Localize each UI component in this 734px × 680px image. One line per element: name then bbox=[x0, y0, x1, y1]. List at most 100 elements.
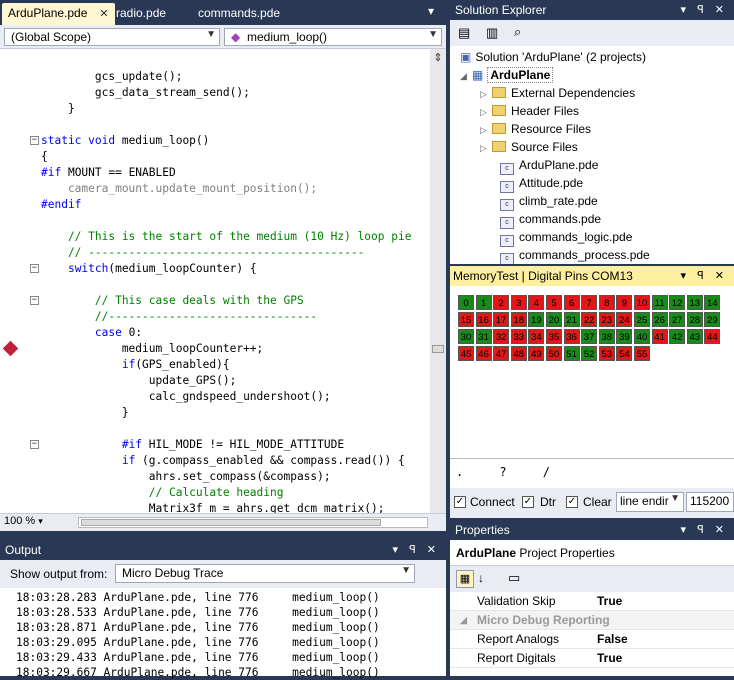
tab-arduplane[interactable]: ArduPlane.pde ✕ bbox=[2, 3, 115, 25]
code-line[interactable]: if (g.compass_enabled && compass.read())… bbox=[41, 453, 405, 469]
pin-indicator: 48 bbox=[510, 346, 527, 361]
alphabetical-icon[interactable]: ↓ bbox=[478, 571, 484, 585]
property-value[interactable]: False bbox=[597, 630, 628, 649]
member-combo[interactable]: ◆ medium_loop() ▼ bbox=[224, 28, 442, 46]
file-label: climb_rate.pde bbox=[519, 194, 598, 208]
code-line[interactable]: if(GPS_enabled){ bbox=[41, 357, 230, 373]
dtr-checkbox[interactable]: ✓ bbox=[522, 496, 534, 508]
memory-header: MemoryTest | Digital Pins COM13 ▾ ꟼ ✕ bbox=[450, 266, 734, 286]
close-icon[interactable]: ✕ bbox=[99, 8, 108, 20]
line-ending-select[interactable]: line endir ▼ bbox=[616, 492, 684, 512]
split-icon[interactable]: ⇕ bbox=[432, 51, 444, 65]
file-node[interactable]: c climb_rate.pde bbox=[500, 192, 598, 211]
object-name: ArduPlane bbox=[456, 546, 517, 560]
properties-object[interactable]: ArduPlane Project Properties bbox=[450, 540, 734, 566]
connect-checkbox[interactable]: ✓ bbox=[454, 496, 466, 508]
code-line[interactable]: medium_loopCounter++; bbox=[41, 341, 263, 357]
code-line[interactable]: // Calculate heading bbox=[41, 485, 284, 501]
scope-value: (Global Scope) bbox=[11, 30, 92, 44]
scope-combo[interactable]: (Global Scope) ▼ bbox=[4, 28, 220, 46]
file-node[interactable]: c commands.pde bbox=[500, 210, 601, 229]
code-line[interactable]: gcs_data_stream_send(); bbox=[41, 85, 250, 101]
file-node[interactable]: c ArduPlane.pde bbox=[500, 156, 599, 175]
file-label: ArduPlane.pde bbox=[519, 158, 599, 172]
collapse-icon[interactable]: − bbox=[30, 264, 39, 273]
code-line[interactable]: case 0: bbox=[41, 325, 142, 341]
expanded-arrow-icon[interactable]: ◢ bbox=[460, 611, 467, 630]
code-line[interactable]: Matrix3f m = ahrs.get_dcm_matrix(); bbox=[41, 501, 385, 513]
property-value[interactable]: True bbox=[597, 592, 622, 611]
folder-node[interactable]: ▷ External Dependencies bbox=[480, 84, 635, 102]
code-line[interactable]: // This is the start of the medium (10 H… bbox=[41, 229, 412, 245]
breakpoint-gutter[interactable] bbox=[0, 49, 20, 513]
code-line[interactable]: //------------------------------- bbox=[41, 309, 317, 325]
horizontal-scrollbar[interactable] bbox=[78, 517, 428, 528]
vertical-scrollbar[interactable]: ⇕ bbox=[430, 49, 446, 513]
show-all-files-icon[interactable]: ▥ bbox=[486, 25, 498, 41]
properties-icon[interactable]: ▤ bbox=[458, 25, 470, 41]
scrollbar-thumb[interactable] bbox=[432, 345, 444, 353]
output-source-select[interactable]: Micro Debug Trace ▼ bbox=[115, 564, 415, 583]
pane-controls[interactable]: ▾ ꟼ ✕ bbox=[393, 540, 440, 560]
folder-node[interactable]: ▷ Source Files bbox=[480, 138, 578, 156]
scrollbar-thumb[interactable] bbox=[81, 519, 381, 526]
output-text[interactable]: 18:03:28.283 ArduPlane.pde, line 776 med… bbox=[0, 588, 446, 679]
code-line[interactable]: ahrs.set_compass(&compass); bbox=[41, 469, 331, 485]
output-line: 18:03:29.095 ArduPlane.pde, line 776 med… bbox=[16, 636, 380, 649]
collapse-icon[interactable]: − bbox=[30, 136, 39, 145]
code-line[interactable]: } bbox=[41, 405, 129, 421]
property-category[interactable]: ◢ Micro Debug Reporting bbox=[450, 611, 734, 630]
code-line[interactable]: static void medium_loop() bbox=[41, 133, 209, 149]
pin-indicator: 11 bbox=[651, 295, 668, 310]
collapsed-arrow-icon: ▷ bbox=[480, 143, 487, 153]
file-node[interactable]: c commands_process.pde bbox=[500, 246, 650, 264]
code-area[interactable]: gcs_update(); gcs_data_stream_send(); } s… bbox=[0, 49, 430, 513]
pin-indicator: 12 bbox=[669, 295, 686, 310]
object-type: Project Properties bbox=[519, 546, 615, 560]
tab-radio[interactable]: radio.pde bbox=[110, 3, 172, 25]
pane-controls[interactable]: ▾ ꟼ ✕ bbox=[681, 266, 728, 286]
collapse-icon[interactable]: − bbox=[30, 440, 39, 449]
code-line[interactable]: #if MOUNT == ENABLED bbox=[41, 165, 176, 181]
code-line[interactable]: camera_mount.update_mount_position(); bbox=[41, 181, 317, 197]
solution-root[interactable]: ▣ Solution 'ArduPlane' (2 projects) bbox=[460, 48, 646, 66]
collapsed-arrow-icon: ▷ bbox=[480, 107, 487, 117]
baud-select[interactable]: 115200 bbox=[686, 492, 734, 512]
collapse-icon[interactable]: − bbox=[30, 296, 39, 305]
code-line[interactable]: { bbox=[41, 149, 48, 165]
code-line[interactable]: #endif bbox=[41, 197, 81, 213]
project-node[interactable]: ◢ ▦ ArduPlane bbox=[460, 66, 554, 84]
property-row[interactable]: Validation Skip True bbox=[450, 592, 734, 611]
code-line[interactable]: gcs_update(); bbox=[41, 69, 183, 85]
code-line[interactable]: } bbox=[41, 101, 75, 117]
output-toolbar: Show output from: Micro Debug Trace ▼ bbox=[0, 560, 446, 588]
property-row[interactable]: Report Digitals True bbox=[450, 649, 734, 668]
folder-node[interactable]: ▷ Header Files bbox=[480, 102, 579, 120]
solution-header: Solution Explorer ▾ ꟼ ✕ bbox=[450, 0, 734, 20]
tab-commands[interactable]: commands.pde bbox=[192, 3, 286, 25]
zoom-level[interactable]: 100 % ▾ bbox=[4, 515, 72, 527]
solution-tree[interactable]: ▣ Solution 'ArduPlane' (2 projects) ◢ ▦ Ard… bbox=[450, 46, 734, 264]
property-row[interactable]: Report Analogs False bbox=[450, 630, 734, 649]
output-header: Output ▾ ꟼ ✕ bbox=[0, 540, 446, 560]
file-node[interactable]: c commands_logic.pde bbox=[500, 228, 632, 247]
file-node[interactable]: c Attitude.pde bbox=[500, 174, 583, 193]
code-line[interactable]: // -------------------------------------… bbox=[41, 245, 364, 261]
code-line[interactable]: // This case deals with the GPS bbox=[41, 293, 304, 309]
pin-indicator: 25 bbox=[634, 312, 650, 327]
property-pages-icon[interactable]: ▭ bbox=[508, 570, 520, 586]
folder-node[interactable]: ▷ Resource Files bbox=[480, 120, 591, 138]
clear-checkbox[interactable]: ✓ bbox=[566, 496, 578, 508]
view-class-diagram-icon[interactable]: ⌕ bbox=[514, 24, 521, 40]
serial-input[interactable]: . ? / bbox=[450, 458, 734, 488]
categorized-icon[interactable]: ▦ bbox=[456, 570, 474, 588]
pane-controls[interactable]: ▾ ꟼ ✕ bbox=[681, 0, 728, 20]
pane-controls[interactable]: ▾ ꟼ ✕ bbox=[681, 520, 728, 540]
tab-list-dropdown-icon[interactable]: ▾ bbox=[426, 1, 436, 23]
property-value[interactable]: True bbox=[597, 649, 622, 668]
code-line[interactable]: calc_gndspeed_undershoot(); bbox=[41, 389, 331, 405]
code-line[interactable]: switch(medium_loopCounter) { bbox=[41, 261, 257, 277]
code-line[interactable]: update_GPS(); bbox=[41, 373, 237, 389]
code-line[interactable]: #if HIL_MODE != HIL_MODE_ATTITUDE bbox=[41, 437, 344, 453]
method-icon: ◆ bbox=[231, 30, 241, 44]
